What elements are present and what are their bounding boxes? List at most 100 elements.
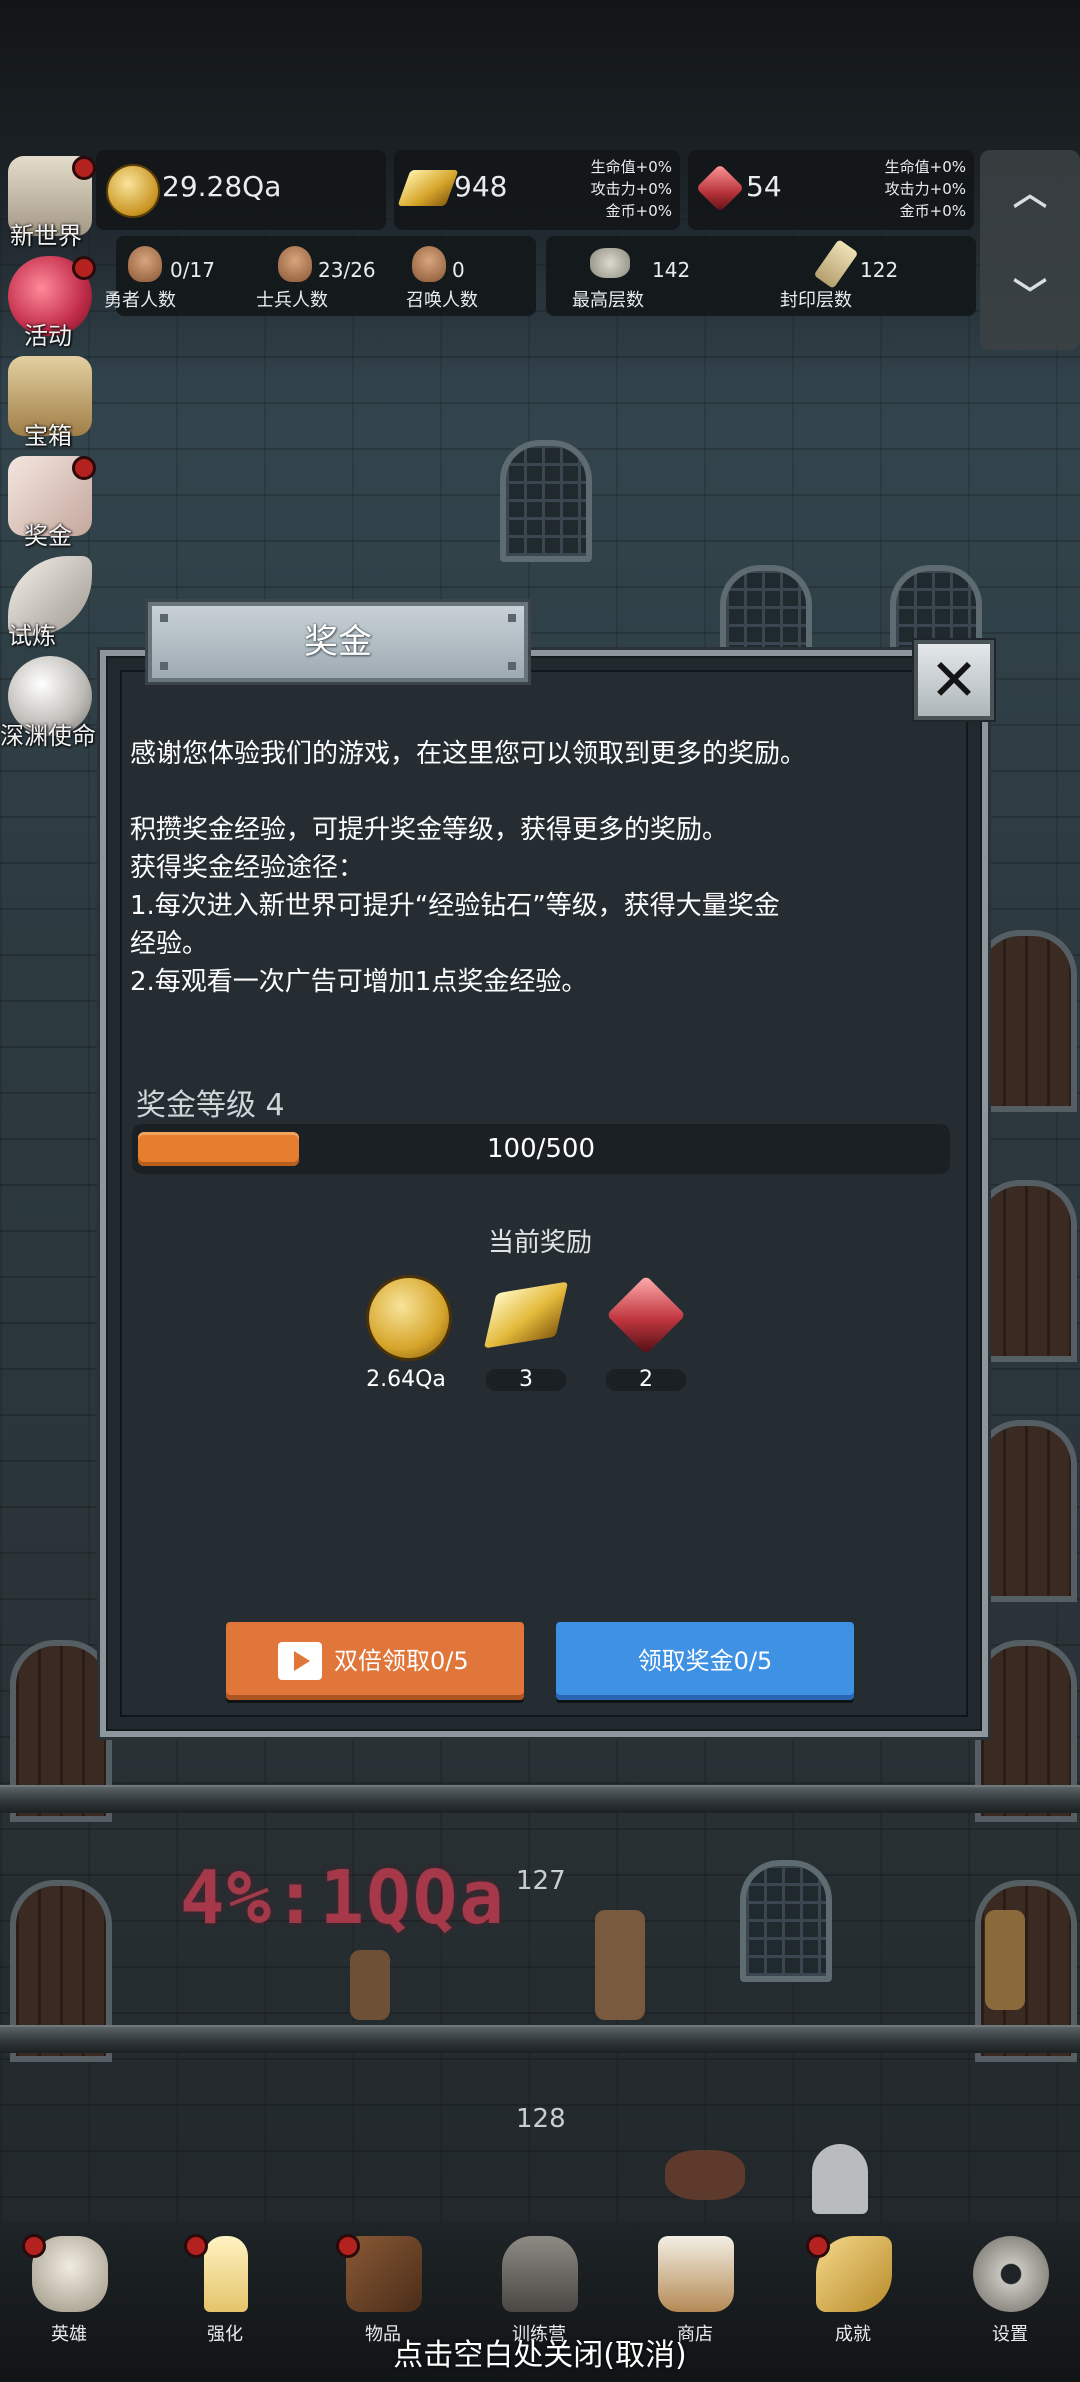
mug-icon xyxy=(658,2236,734,2312)
bat-monster-sprite xyxy=(665,2150,745,2200)
castle-door xyxy=(975,1180,1077,1362)
dialog-title: 奖金 xyxy=(304,622,372,662)
summon-count-label: 召唤人数 xyxy=(406,290,478,311)
side-menu-chest[interactable]: 宝箱 xyxy=(0,350,100,450)
gold-bar-icon xyxy=(483,1281,569,1349)
soldier-sprite xyxy=(350,1950,390,2020)
floor-number: 127 xyxy=(516,1866,566,1896)
soldier-count: 23/26 士兵人数 xyxy=(246,236,386,316)
bonus-description: 感谢您体验我们的游戏，在这里您可以领取到更多的奖励。 积攒奖金经验，可提升奖金等… xyxy=(130,739,807,997)
notification-badge xyxy=(22,2234,46,2258)
gold-bar-counter: 948 生命值+0% 攻击力+0% 金币+0% xyxy=(394,150,680,230)
side-menu-abyss-mission[interactable]: 深渊使命 xyxy=(0,650,100,750)
chevron-up-icon[interactable]: ︿ xyxy=(1010,174,1050,214)
gold-value: 29.28Qa xyxy=(162,170,282,203)
progress-text: 100/500 xyxy=(486,1134,595,1164)
claim-bonus-label: 领取奖金0/5 xyxy=(637,1647,773,1675)
side-menu-label: 试炼 xyxy=(8,622,56,650)
floating-damage-text: 4%:1QQa xyxy=(180,1855,506,1941)
castle-window xyxy=(740,1860,832,1982)
gold-bar-value: 948 xyxy=(454,170,508,203)
current-rewards-label: 当前奖励 xyxy=(487,1228,592,1258)
gem-value: 54 xyxy=(746,170,782,203)
gold-counter: 29.28Qa xyxy=(96,150,386,230)
red-gem-icon xyxy=(695,163,745,213)
notification-badge xyxy=(336,2234,360,2258)
castle-window xyxy=(500,440,592,562)
claim-bonus-button[interactable]: 领取奖金0/5 xyxy=(556,1622,854,1700)
hero-sprite xyxy=(595,1910,645,2020)
gold-bonus: 金币+0% xyxy=(605,202,672,220)
gear-icon xyxy=(973,2236,1049,2312)
chevron-down-icon[interactable]: ﹀ xyxy=(1010,276,1050,316)
side-menu-label: 新世界 xyxy=(10,222,82,250)
sealed-floor-label: 封印层数 xyxy=(780,290,852,311)
side-menu-new-world[interactable]: 新世界 xyxy=(0,150,100,250)
resource-bar: 29.28Qa 948 生命值+0% 攻击力+0% 金币+0% 54 生命值+0… xyxy=(96,150,986,230)
highest-floor-value: 142 xyxy=(652,258,691,282)
bonus-exp-progress-bar: 100/500 xyxy=(132,1124,950,1174)
soldier-sprite xyxy=(985,1910,1025,2010)
reward-gem-amount: 2 xyxy=(606,1369,686,1391)
gold-coin-icon xyxy=(366,1275,452,1361)
summon-count-value: 0 xyxy=(452,258,465,282)
highest-floor: 142 最高层数 xyxy=(572,236,722,316)
soldier-head-icon xyxy=(278,246,312,282)
floor-number: 128 xyxy=(516,2104,566,2134)
gold-coin-icon xyxy=(106,164,160,218)
floor-scroll-buttons: ︿ ﹀ xyxy=(980,150,1080,350)
highest-floor-label: 最高层数 xyxy=(572,290,644,311)
gold-bonus: 金币+0% xyxy=(899,202,966,220)
ghost-monster-sprite xyxy=(812,2144,868,2214)
notification-badge xyxy=(72,456,96,480)
sealed-floor-value: 122 xyxy=(860,258,899,282)
video-ad-icon xyxy=(278,1642,322,1680)
side-menu-label: 奖金 xyxy=(24,522,72,550)
red-gem-icon xyxy=(606,1275,686,1355)
double-claim-button[interactable]: 双倍领取0/5 xyxy=(226,1622,524,1700)
close-button[interactable]: ✕ xyxy=(914,640,994,720)
soldier-count-label: 士兵人数 xyxy=(256,290,328,311)
candle-icon xyxy=(204,2236,248,2312)
hero-head-icon xyxy=(128,246,162,282)
side-menu-label: 宝箱 xyxy=(24,422,72,450)
summon-head-icon xyxy=(412,246,446,282)
reward-gold-amount: 2.64Qa xyxy=(366,1367,446,1392)
lantern-icon xyxy=(502,2236,578,2312)
notification-badge xyxy=(184,2234,208,2258)
notification-badge xyxy=(72,256,96,280)
reward-gold-bar: 3 xyxy=(476,1275,576,1405)
gem-counter: 54 生命值+0% 攻击力+0% 金币+0% xyxy=(688,150,974,230)
attack-bonus: 攻击力+0% xyxy=(884,180,966,198)
tap-to-close-hint[interactable]: 点击空白处关闭(取消) xyxy=(0,2330,1080,2374)
notification-badge xyxy=(72,156,96,180)
gold-bar-icon xyxy=(397,170,459,206)
scroll-icon xyxy=(813,239,859,289)
hero-count-value: 0/17 xyxy=(170,258,215,282)
summon-count: 0 召唤人数 xyxy=(396,236,526,316)
sealed-floor: 122 封印层数 xyxy=(780,236,940,316)
stone-icon xyxy=(590,248,630,278)
attack-bonus: 攻击力+0% xyxy=(590,180,672,198)
castle-door xyxy=(975,1420,1077,1602)
bonus-level-label: 奖金等级 4 xyxy=(136,1088,285,1123)
hero-count-label: 勇者人数 xyxy=(104,290,176,311)
double-claim-label: 双倍领取0/5 xyxy=(334,1647,469,1675)
castle-door xyxy=(975,930,1077,1112)
reward-gold-bar-amount: 3 xyxy=(486,1369,566,1391)
side-menu-label: 深渊使命 xyxy=(0,722,96,750)
counters-row: 0/17 勇者人数 23/26 士兵人数 0 召唤人数 142 最高层数 122… xyxy=(96,236,986,316)
reward-gold: 2.64Qa xyxy=(356,1275,456,1405)
side-menu-trial[interactable]: 试炼 xyxy=(0,550,100,650)
hp-bonus: 生命值+0% xyxy=(590,158,672,176)
hp-bonus: 生命值+0% xyxy=(884,158,966,176)
gem-bonus: 生命值+0% 攻击力+0% 金币+0% xyxy=(885,156,966,222)
side-menu-bonus[interactable]: 奖金 xyxy=(0,450,100,550)
gold-bar-bonus: 生命值+0% 攻击力+0% 金币+0% xyxy=(591,156,672,222)
floor-ledge xyxy=(0,1785,1080,1813)
reward-gem: 2 xyxy=(596,1275,696,1405)
close-icon: ✕ xyxy=(929,646,979,714)
soldier-count-value: 23/26 xyxy=(318,258,376,282)
dialog-title-plate: 奖金 xyxy=(148,602,528,682)
side-menu-events[interactable]: 活动 xyxy=(0,250,100,350)
